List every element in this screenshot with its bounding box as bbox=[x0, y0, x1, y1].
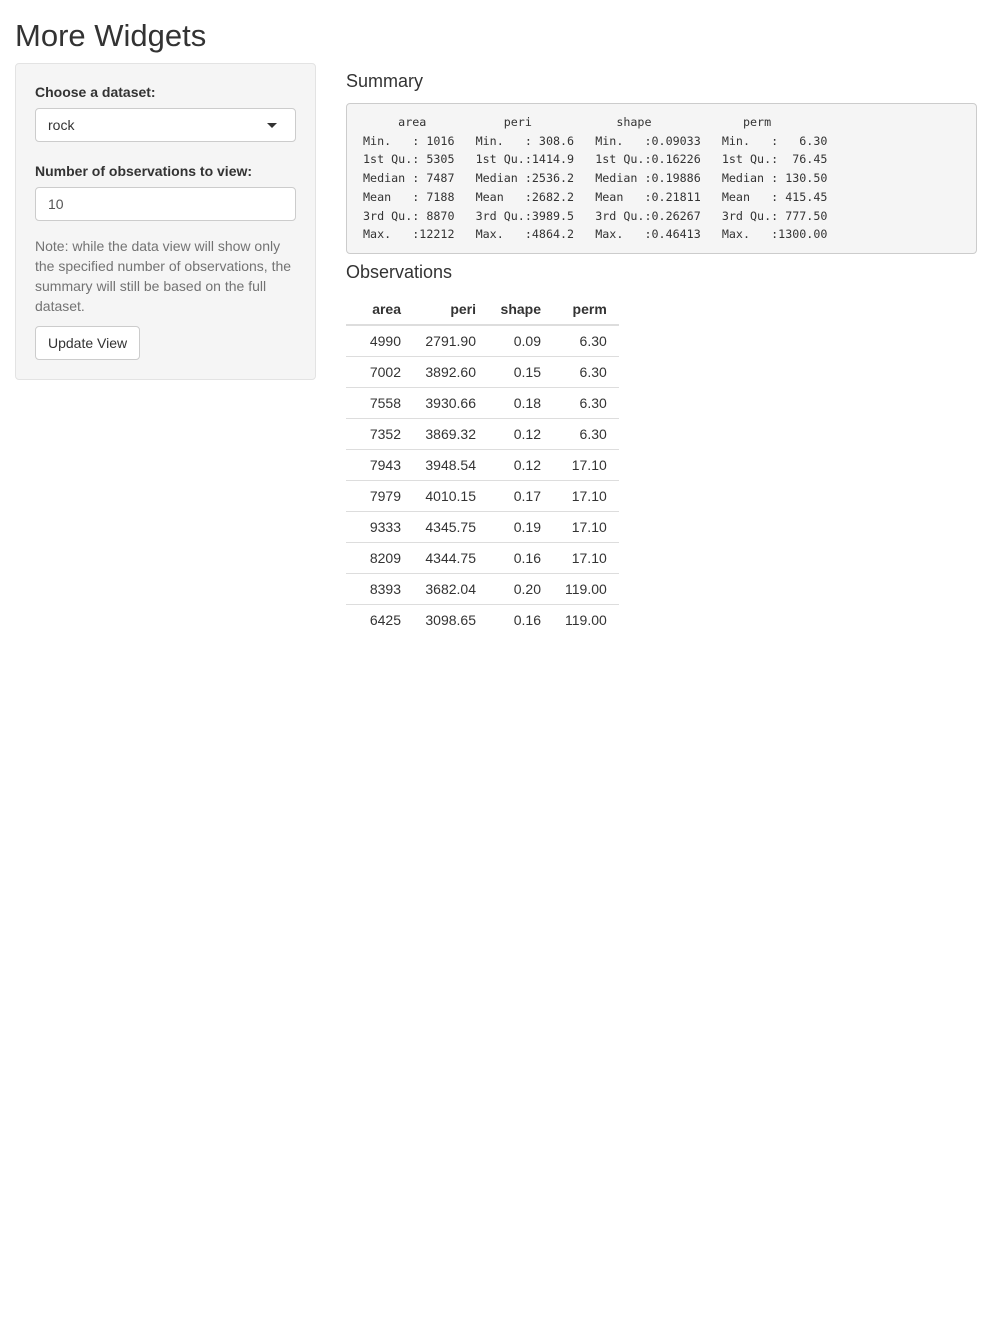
table-row: 7979 4010.15 0.17 17.10 bbox=[346, 480, 619, 512]
table-cell: 0.19 bbox=[488, 511, 553, 543]
table-cell: 2791.90 bbox=[413, 324, 488, 357]
table-cell: 6.30 bbox=[553, 418, 619, 450]
table-cell: 7352 bbox=[346, 418, 413, 450]
table-cell: 7002 bbox=[346, 356, 413, 388]
table-cell: 4345.75 bbox=[413, 511, 488, 543]
table-cell: 8393 bbox=[346, 573, 413, 605]
dataset-label: Choose a dataset: bbox=[35, 84, 156, 100]
summary-output: area peri shape perm Min. : 1016 Min. : … bbox=[346, 103, 977, 254]
table-cell: 3930.66 bbox=[413, 387, 488, 419]
column-header-peri: peri bbox=[413, 293, 488, 326]
dataset-select[interactable]: rock bbox=[35, 108, 296, 142]
sidebar-panel: Choose a dataset: rock Number of observa… bbox=[15, 63, 316, 380]
column-header-area: area bbox=[346, 293, 413, 326]
table-cell: 0.18 bbox=[488, 387, 553, 419]
update-view-button[interactable]: Update View bbox=[35, 326, 141, 360]
summary-line: area peri shape perm bbox=[363, 115, 828, 129]
table-cell: 0.15 bbox=[488, 356, 553, 388]
table-cell: 3948.54 bbox=[413, 449, 488, 481]
summary-line: Min. : 1016 Min. : 308.6 Min. :0.09033 M… bbox=[363, 133, 842, 148]
observations-table: area peri shape perm 4990 2791.90 0.09 6.30… bbox=[346, 293, 619, 635]
table-cell: 6.30 bbox=[553, 356, 619, 388]
table-cell: 4990 bbox=[346, 324, 413, 357]
help-note: Note: while the data view will show only… bbox=[35, 238, 292, 314]
dataset-select-value: rock bbox=[48, 117, 75, 133]
table-row: 7352 3869.32 0.12 6.30 bbox=[346, 418, 619, 450]
summary-line: Mean : 7188 Mean :2682.2 Mean :0.21811 M… bbox=[363, 189, 842, 204]
column-header-perm: perm bbox=[553, 293, 619, 326]
column-header-shape: shape bbox=[488, 293, 553, 326]
table-row: 7002 3892.60 0.15 6.30 bbox=[346, 356, 619, 388]
table-cell: 3892.60 bbox=[413, 356, 488, 388]
table-cell: 4010.15 bbox=[413, 480, 488, 512]
table-cell: 0.12 bbox=[488, 449, 553, 481]
table-cell: 6.30 bbox=[553, 324, 619, 357]
table-cell: 17.10 bbox=[553, 542, 619, 574]
table-cell: 4344.75 bbox=[413, 542, 488, 574]
table-row: 6425 3098.65 0.16 119.00 bbox=[346, 604, 619, 635]
table-row: 9333 4345.75 0.19 17.10 bbox=[346, 511, 619, 543]
table-cell: 119.00 bbox=[553, 604, 619, 635]
table-row: 8393 3682.04 0.20 119.00 bbox=[346, 573, 619, 605]
table-cell: 17.10 bbox=[553, 449, 619, 481]
table-cell: 0.09 bbox=[488, 324, 553, 357]
summary-line: 1st Qu.: 5305 1st Qu.:1414.9 1st Qu.:0.1… bbox=[363, 152, 842, 167]
summary-line: 3rd Qu.: 8870 3rd Qu.:3989.5 3rd Qu.:0.2… bbox=[363, 208, 842, 223]
table-cell: 7979 bbox=[346, 480, 413, 512]
table-cell: 3869.32 bbox=[413, 418, 488, 450]
table-cell: 7943 bbox=[346, 449, 413, 481]
table-cell: 3098.65 bbox=[413, 604, 488, 635]
table-cell: 3682.04 bbox=[413, 573, 488, 605]
table-row: 7558 3930.66 0.18 6.30 bbox=[346, 387, 619, 419]
summary-line: Max. :12212 Max. :4864.2 Max. :0.46413 M… bbox=[363, 227, 842, 242]
table-cell: 17.10 bbox=[553, 511, 619, 543]
table-row: 8209 4344.75 0.16 17.10 bbox=[346, 542, 619, 574]
table-cell: 6.30 bbox=[553, 387, 619, 419]
table-row: 7943 3948.54 0.12 17.10 bbox=[346, 449, 619, 481]
table-header-row: area peri shape perm bbox=[346, 293, 619, 326]
table-row: 4990 2791.90 0.09 6.30 bbox=[346, 324, 619, 357]
observations-label: Number of observations to view: bbox=[35, 163, 253, 179]
page-title: More Widgets bbox=[15, 18, 207, 53]
table-cell: 9333 bbox=[346, 511, 413, 543]
summary-heading: Summary bbox=[346, 71, 424, 91]
table-cell: 119.00 bbox=[553, 573, 619, 605]
table-cell: 8209 bbox=[346, 542, 413, 574]
table-cell: 0.17 bbox=[488, 480, 553, 512]
observations-heading: Observations bbox=[346, 262, 453, 282]
table-cell: 0.20 bbox=[488, 573, 553, 605]
chevron-down-icon bbox=[267, 123, 277, 128]
observations-input[interactable] bbox=[35, 187, 296, 221]
table-cell: 0.16 bbox=[488, 542, 553, 574]
table-cell: 0.16 bbox=[488, 604, 553, 635]
summary-line: Median : 7487 Median :2536.2 Median :0.1… bbox=[363, 171, 842, 186]
table-cell: 0.12 bbox=[488, 418, 553, 450]
table-cell: 7558 bbox=[346, 387, 413, 419]
table-cell: 17.10 bbox=[553, 480, 619, 512]
table-cell: 6425 bbox=[346, 604, 413, 635]
